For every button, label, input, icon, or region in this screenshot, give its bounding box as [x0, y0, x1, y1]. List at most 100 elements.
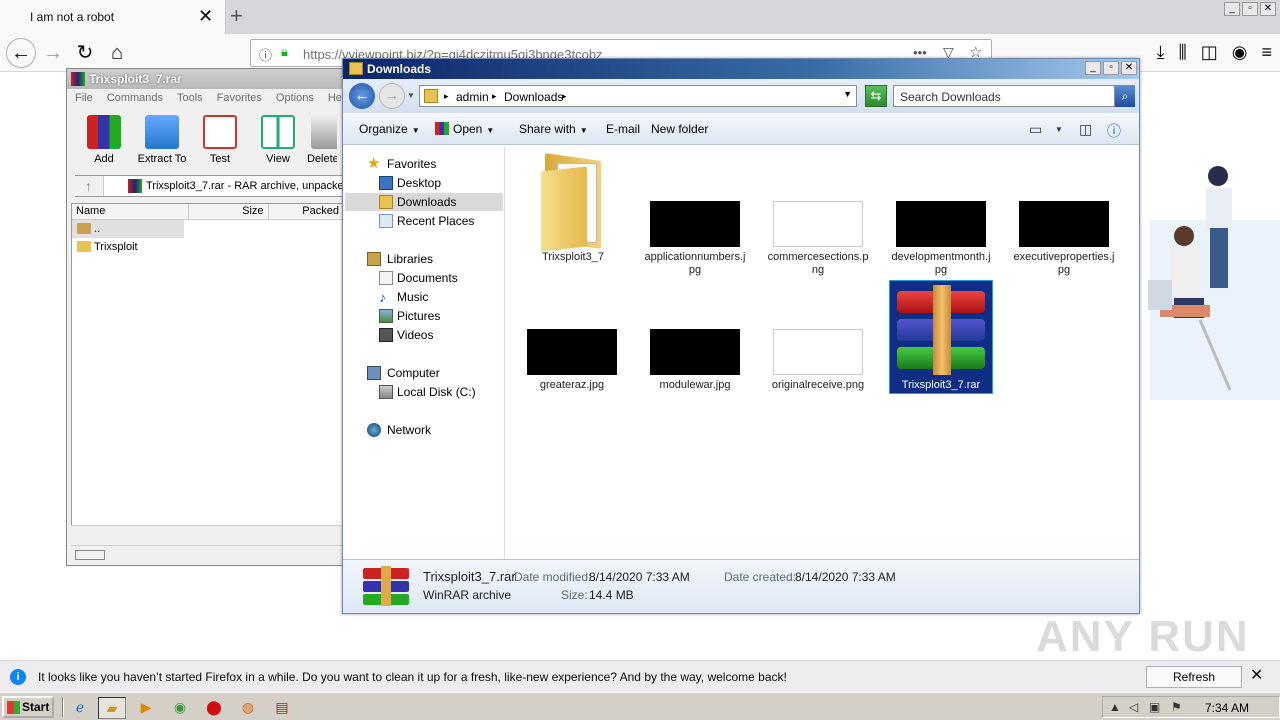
winrar-title-bar[interactable]: Trixsploit3_7.rar: [67, 69, 347, 89]
delete-button[interactable]: Delete: [307, 113, 337, 169]
menu-file[interactable]: File: [75, 92, 93, 104]
file-item[interactable]: greateraz.jpg: [520, 329, 624, 392]
nav-pictures[interactable]: Pictures: [345, 307, 503, 325]
up-arrow-icon[interactable]: ↑: [74, 176, 104, 196]
list-item-trixsploit[interactable]: Trixsploit: [72, 238, 344, 256]
breadcrumb-admin[interactable]: admin: [456, 90, 489, 104]
column-packed[interactable]: Packed: [269, 204, 344, 219]
refresh-firefox-button[interactable]: Refresh Firefox…: [1146, 666, 1242, 704]
back-arrow-icon[interactable]: ←: [349, 83, 375, 109]
nav-label: Videos: [397, 328, 434, 342]
close-button[interactable]: ✕: [1121, 61, 1137, 75]
nav-recent-places[interactable]: Recent Places: [345, 212, 503, 230]
reload-icon[interactable]: ↻: [72, 40, 98, 66]
tray-expand-icon[interactable]: ▲: [1109, 700, 1121, 714]
media-player-icon[interactable]: ▶: [132, 697, 160, 719]
close-button[interactable]: ✕: [1260, 2, 1276, 16]
file-item[interactable]: applicationnumbers.jpg: [643, 201, 747, 277]
file-item[interactable]: executiveproperties.jpg: [1012, 201, 1116, 277]
volume-icon[interactable]: ◁: [1129, 700, 1138, 714]
list-item-parent[interactable]: ..: [72, 220, 184, 238]
sidebar-icon[interactable]: ◫: [1201, 42, 1218, 63]
view-button[interactable]: View: [249, 113, 307, 169]
menu-icon[interactable]: ≡: [1261, 42, 1272, 63]
preview-pane-icon[interactable]: ◫: [1079, 121, 1092, 138]
explorer-title-bar[interactable]: Downloads _ ▫ ✕: [343, 59, 1139, 79]
search-icon[interactable]: ⌕: [1115, 85, 1135, 107]
nav-local-disk[interactable]: Local Disk (C:): [345, 383, 503, 401]
file-item[interactable]: developmentmonth.jpg: [889, 201, 993, 277]
nav-documents[interactable]: Documents: [345, 269, 503, 287]
test-button[interactable]: Test: [191, 113, 249, 169]
chevron-right-icon[interactable]: ▸: [492, 91, 497, 102]
view-options-icon[interactable]: ▭: [1029, 121, 1042, 138]
site-info-icon[interactable]: ⓘ: [259, 45, 272, 64]
nav-computer[interactable]: Computer: [345, 364, 503, 382]
winrar-horizontal-scrollbar[interactable]: [71, 525, 345, 539]
winrar-address-bar[interactable]: ↑ Trixsploit3_7.rar - RAR archive, unpac…: [74, 175, 345, 197]
internet-explorer-icon[interactable]: ℯ: [66, 697, 94, 719]
forward-arrow-icon[interactable]: →: [40, 40, 66, 66]
search-input[interactable]: Search Downloads: [893, 85, 1115, 107]
background-illustration: [1148, 166, 1280, 400]
new-folder-button[interactable]: New folder: [651, 122, 708, 136]
breadcrumb-downloads[interactable]: Downloads: [504, 90, 563, 104]
drive-key-icon[interactable]: [75, 550, 105, 560]
nav-libraries[interactable]: Libraries: [345, 250, 503, 268]
minimize-button[interactable]: _: [1224, 2, 1240, 16]
opera-icon[interactable]: ⬤: [200, 697, 228, 719]
nav-desktop[interactable]: Desktop: [345, 174, 503, 192]
explorer-folder-icon[interactable]: ▰: [98, 697, 126, 719]
new-tab-button[interactable]: +: [230, 4, 243, 28]
menu-commands[interactable]: Commands: [107, 92, 163, 104]
nav-favorites[interactable]: ★ Favorites: [345, 155, 503, 173]
file-item[interactable]: originalreceive.png: [766, 329, 870, 392]
email-button[interactable]: E-mail: [606, 122, 640, 136]
minimize-button[interactable]: _: [1085, 61, 1101, 75]
nav-downloads[interactable]: Downloads: [345, 193, 503, 211]
file-item[interactable]: commercesections.png: [766, 201, 870, 277]
recent-pages-chevron-down-icon[interactable]: ▼: [407, 91, 415, 100]
add-button[interactable]: Add: [75, 113, 133, 169]
file-item[interactable]: Trixsploit3_7: [521, 151, 625, 264]
nav-videos[interactable]: Videos: [345, 326, 503, 344]
nav-music[interactable]: ♪ Music: [345, 288, 503, 306]
maximize-button[interactable]: ▫: [1103, 61, 1119, 75]
action-center-flag-icon[interactable]: ⚑: [1171, 700, 1182, 714]
menu-options[interactable]: Options: [276, 92, 314, 104]
help-icon[interactable]: ⓘ: [1107, 121, 1121, 141]
download-icon[interactable]: ⤓: [1157, 42, 1165, 63]
organize-button[interactable]: Organize ▼: [359, 122, 420, 136]
extract-to-button[interactable]: Extract To: [133, 113, 191, 169]
refresh-icon[interactable]: ⇆: [865, 85, 887, 107]
forward-arrow-icon[interactable]: →: [379, 83, 405, 109]
network-tray-icon[interactable]: ▣: [1149, 700, 1160, 714]
open-button[interactable]: Open ▼: [435, 122, 494, 136]
chevron-right-icon[interactable]: ▸: [444, 91, 449, 102]
winrar-taskbar-icon[interactable]: ▤: [268, 697, 296, 719]
column-size[interactable]: Size: [189, 204, 269, 219]
home-icon[interactable]: ⌂: [104, 40, 130, 66]
back-arrow-icon[interactable]: ←: [6, 38, 36, 68]
share-with-label: Share with: [519, 122, 576, 136]
menu-tools[interactable]: Tools: [177, 92, 203, 104]
share-with-button[interactable]: Share with ▼: [519, 122, 588, 136]
chevron-right-icon[interactable]: ▸: [562, 91, 567, 102]
chrome-icon[interactable]: ◉: [166, 697, 194, 719]
view-chevron-down-icon[interactable]: ▼: [1055, 125, 1063, 134]
address-bar[interactable]: ▸ admin ▸ Downloads ▸ ▼: [419, 85, 857, 107]
close-icon[interactable]: ✕: [1250, 667, 1263, 685]
file-item-selected[interactable]: Trixsploit3_7.rar: [889, 280, 993, 394]
column-name[interactable]: Name: [72, 204, 190, 219]
library-icon[interactable]: ⫼: [1178, 42, 1186, 63]
menu-favorites[interactable]: Favorites: [217, 92, 262, 104]
account-icon[interactable]: ◉: [1232, 42, 1248, 63]
browser-tab-active[interactable]: I am not a robot ✕: [0, 0, 226, 34]
tab-close-icon[interactable]: ✕: [198, 6, 213, 26]
start-button[interactable]: Start: [2, 696, 54, 718]
file-item[interactable]: modulewar.jpg: [643, 329, 747, 392]
address-chevron-down-icon[interactable]: ▼: [843, 89, 852, 99]
nav-network[interactable]: Network: [345, 421, 503, 439]
restore-button[interactable]: ▫: [1242, 2, 1258, 16]
firefox-icon[interactable]: ◍: [234, 697, 262, 719]
